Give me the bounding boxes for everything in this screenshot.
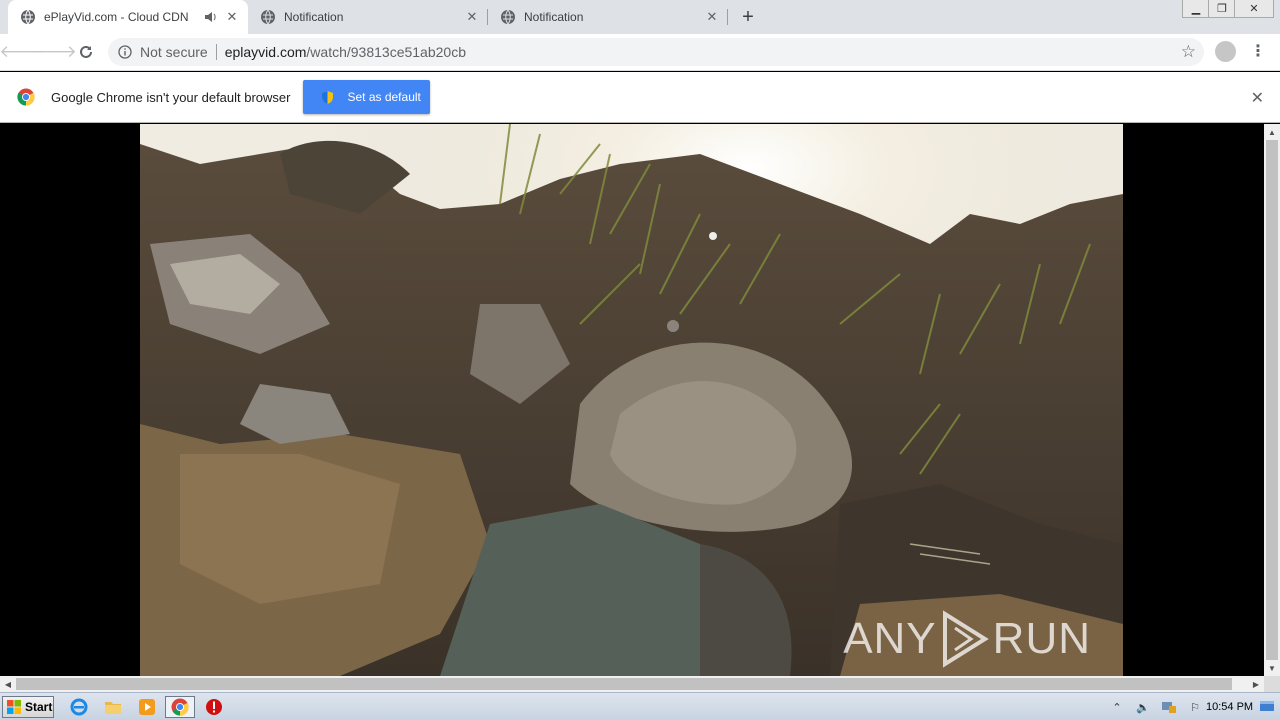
start-label: Start: [25, 700, 53, 714]
clock[interactable]: 10:54 PM: [1206, 701, 1253, 713]
tab-title: Notification: [284, 10, 344, 24]
minimize-button[interactable]: ▁: [1182, 0, 1210, 18]
vertical-scroll-thumb[interactable]: [1266, 140, 1278, 660]
watermark-right: RUN: [992, 614, 1091, 663]
horizontal-scroll-thumb[interactable]: [16, 678, 1232, 690]
scroll-right-arrow[interactable]: ▶: [1248, 676, 1264, 692]
profile-avatar-icon[interactable]: [1215, 41, 1236, 62]
restore-button[interactable]: ❐: [1208, 0, 1236, 18]
set-as-default-label: Set as default: [347, 90, 421, 104]
new-tab-button[interactable]: +: [736, 5, 760, 29]
reload-icon: [80, 45, 92, 58]
chrome-logo-icon: [17, 88, 35, 106]
globe-icon: [261, 9, 275, 25]
file-explorer-icon[interactable]: [102, 697, 124, 717]
tray-expand-icon[interactable]: ⌃: [1109, 699, 1125, 715]
infobar-message: Google Chrome isn't your default browser: [51, 89, 291, 105]
tab-notification-2[interactable]: Notification ✕: [488, 0, 728, 34]
globe-icon: [21, 9, 35, 25]
address-bar[interactable]: Not secure eplayvid.com/watch/93813ce51a…: [108, 38, 1204, 66]
tab-eplayvid[interactable]: ePlayVid.com - Cloud CDN ✕: [8, 0, 248, 34]
reload-button[interactable]: [74, 40, 98, 64]
close-tab-icon[interactable]: ✕: [464, 9, 480, 25]
video-player[interactable]: ANY RUN: [140, 124, 1123, 676]
scrollbar-corner: [1264, 676, 1280, 692]
url-path: /watch/93813ce51ab20cb: [306, 44, 466, 60]
chrome-taskbar-icon[interactable]: [165, 696, 195, 718]
network-icon[interactable]: [1161, 699, 1177, 715]
anyrun-watermark: ANY RUN: [843, 610, 1091, 668]
page-content: ANY RUN: [0, 124, 1264, 676]
scroll-up-arrow[interactable]: ▲: [1264, 124, 1280, 140]
close-tab-icon[interactable]: ✕: [704, 9, 720, 25]
tab-title: Notification: [524, 10, 584, 24]
close-tab-icon[interactable]: ✕: [224, 9, 240, 25]
tab-title: ePlayVid.com - Cloud CDN: [44, 10, 189, 24]
action-center-flag-icon[interactable]: ⚐: [1187, 699, 1203, 715]
default-browser-infobar: Google Chrome isn't your default browser…: [0, 72, 1280, 123]
globe-icon: [501, 9, 515, 25]
horizontal-scrollbar[interactable]: ◀ ▶: [0, 676, 1264, 692]
url-host: eplayvid.com: [224, 44, 307, 60]
tab-notification-1[interactable]: Notification ✕: [248, 0, 488, 34]
video-frame: [140, 124, 1123, 676]
scroll-left-arrow[interactable]: ◀: [0, 676, 16, 692]
vertical-scrollbar[interactable]: ▲ ▼: [1264, 124, 1280, 676]
close-infobar-icon[interactable]: ✕: [1251, 88, 1264, 108]
divider: [215, 44, 217, 60]
stop-warning-icon[interactable]: [203, 697, 225, 717]
url-text[interactable]: eplayvid.com/watch/93813ce51ab20cb: [225, 44, 466, 60]
internet-explorer-icon[interactable]: [68, 697, 90, 717]
taskbar: Start ⌃ 🔈 ⚐ 10:54 PM: [0, 692, 1280, 720]
bookmark-star-icon[interactable]: ☆: [1181, 42, 1196, 62]
media-player-icon[interactable]: [136, 697, 158, 717]
scroll-down-arrow[interactable]: ▼: [1264, 660, 1280, 676]
set-as-default-button[interactable]: Set as default: [303, 80, 431, 114]
tab-separator: [727, 9, 728, 25]
volume-icon[interactable]: 🔈: [1135, 699, 1151, 715]
toolbar: 🡐 🡒 Not secure eplayvid.com/watch/93813c…: [0, 34, 1280, 71]
forward-button[interactable]: 🡒: [31, 40, 77, 64]
show-desktop-button[interactable]: [1259, 696, 1277, 718]
windows-flag-icon: [7, 700, 21, 714]
info-icon[interactable]: [118, 45, 132, 59]
uac-shield-icon: [322, 90, 334, 104]
play-triangle-icon: [942, 610, 989, 668]
speaker-icon[interactable]: [204, 10, 218, 24]
security-label[interactable]: Not secure: [140, 44, 208, 60]
close-window-button[interactable]: ✕: [1234, 0, 1274, 18]
tab-strip: ePlayVid.com - Cloud CDN ✕ Notification …: [0, 0, 1280, 34]
system-tray: ⌃ 🔈 ⚐: [1104, 695, 1208, 719]
menu-kebab-icon[interactable]: ⋮: [1250, 40, 1266, 62]
start-button[interactable]: Start: [2, 696, 54, 718]
watermark-left: ANY: [843, 614, 937, 663]
